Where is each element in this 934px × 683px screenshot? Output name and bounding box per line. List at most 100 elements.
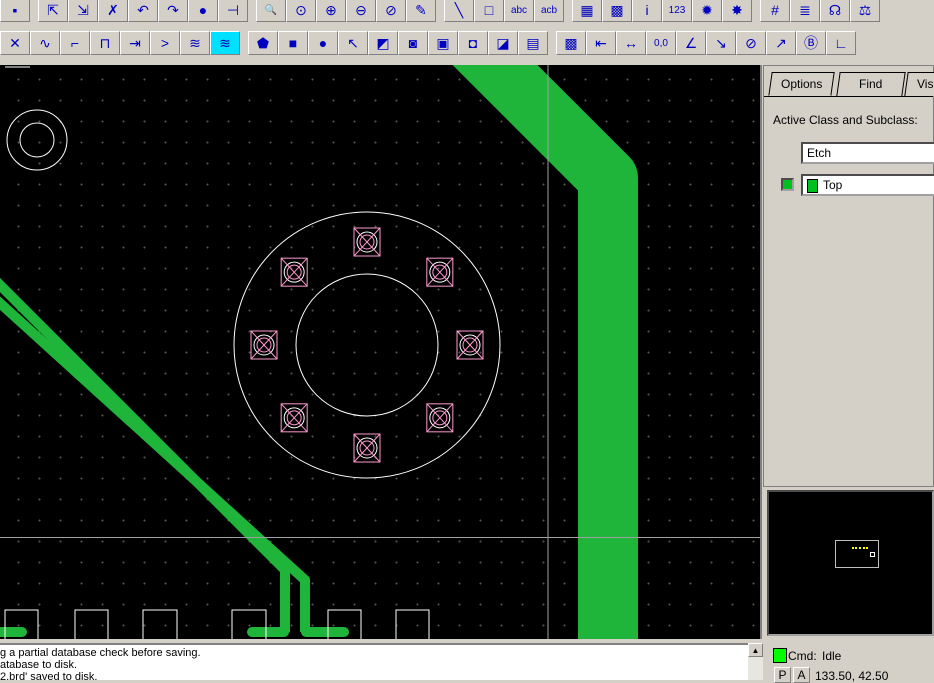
void-element-button[interactable]: ◘ — [458, 31, 488, 55]
zoom-previous-button[interactable]: ⊘ — [376, 0, 406, 22]
add-line-button[interactable]: ╲ — [444, 0, 474, 22]
slide-button[interactable]: ∿ — [30, 31, 60, 55]
zoom-in-button[interactable]: ⊕ — [316, 0, 346, 22]
highlight-icon: ✹ — [701, 1, 713, 18]
save-button[interactable]: ▪ — [0, 0, 30, 22]
delay-tune-button[interactable]: ⊓ — [90, 31, 120, 55]
shape-merge-button[interactable]: ▤ — [518, 31, 548, 55]
dim-radius-button[interactable]: ↗ — [766, 31, 796, 55]
info-button[interactable]: i — [632, 0, 662, 22]
dehighlight-button[interactable]: ✸ — [722, 0, 752, 22]
console-line: 2.brd' saved to disk. — [0, 671, 98, 680]
zoom-previous-icon: ⊘ — [385, 1, 397, 18]
shape-poly-button[interactable]: ⬟ — [248, 31, 278, 55]
void-circle-icon: ◙ — [408, 35, 418, 51]
zoom-points-icon: 🔍 — [264, 4, 278, 16]
pin-button[interactable]: ⊣ — [218, 0, 248, 22]
fix-button[interactable]: ● — [188, 0, 218, 22]
pad — [280, 257, 308, 287]
balloon-button[interactable]: Ⓑ — [796, 31, 826, 55]
world-view-minimap[interactable] — [767, 490, 934, 636]
select-button[interactable]: ↖ — [338, 31, 368, 55]
pad — [353, 433, 381, 463]
timing-vision-button[interactable]: ≋ — [210, 31, 240, 55]
color-icon: ▦ — [580, 1, 594, 18]
void-circle-button[interactable]: ◙ — [398, 31, 428, 55]
dimension-button[interactable]: ▩ — [556, 31, 586, 55]
absolute-button[interactable]: A — [793, 667, 810, 683]
redraw-button[interactable]: ✎ — [406, 0, 436, 22]
delete-button[interactable]: ✗ — [98, 0, 128, 22]
timing-vision-icon: ≋ — [219, 34, 231, 51]
scroll-up-button[interactable]: ▲ — [748, 643, 763, 657]
chamfer-button[interactable]: ∟ — [826, 31, 856, 55]
void-poly-button[interactable]: ◩ — [368, 31, 398, 55]
layers-button[interactable]: ≣ — [790, 0, 820, 22]
delete-icon: ✗ — [107, 1, 119, 18]
zoom-fit-button[interactable]: ⊙ — [286, 0, 316, 22]
copy-icon: ⇲ — [77, 1, 89, 18]
delay-tune-icon: ⊓ — [99, 34, 111, 51]
shape-rect-icon: ■ — [288, 35, 298, 51]
grid-icon: # — [771, 2, 779, 18]
measure-icon: 123 — [668, 4, 686, 16]
zoom-points-button[interactable]: 🔍 — [256, 0, 286, 22]
add-rect-button[interactable]: □ — [474, 0, 504, 22]
dim-angular-button[interactable]: ∠ — [676, 31, 706, 55]
shape-rect-button[interactable]: ■ — [278, 31, 308, 55]
pad — [456, 330, 484, 360]
tab-visibility[interactable]: Visi — [904, 72, 934, 96]
void-element-icon: ◘ — [468, 35, 478, 51]
dehighlight-icon: ✸ — [731, 1, 743, 18]
subclass-select[interactable]: Top — [801, 174, 934, 196]
console-scrollbar[interactable]: ▲ — [748, 643, 763, 680]
save-icon: ▪ — [12, 2, 18, 18]
void-rect-button[interactable]: ▣ — [428, 31, 458, 55]
pin-icon: ⊣ — [226, 1, 240, 18]
tab-options[interactable]: Options — [768, 72, 836, 96]
phase-tune-icon: ≋ — [189, 34, 201, 51]
edit-text-button[interactable]: acb — [534, 0, 564, 22]
shape-edit-button[interactable]: ◪ — [488, 31, 518, 55]
zoom-in-icon: ⊕ — [325, 1, 337, 18]
select-icon: ↖ — [347, 34, 359, 51]
idle-indicator-icon — [773, 648, 787, 663]
layer-visibility-button[interactable]: ▩ — [602, 0, 632, 22]
spread-icon: ⇥ — [129, 34, 141, 51]
subclass-color-swatch[interactable] — [781, 178, 794, 191]
shape-circle-icon: ● — [318, 35, 328, 51]
grid-button[interactable]: # — [760, 0, 790, 22]
shape-poly-icon: ⬟ — [256, 34, 270, 51]
add-text-button[interactable]: abc — [504, 0, 534, 22]
balance-button[interactable]: ⚖ — [850, 0, 880, 22]
class-select[interactable]: Etch — [801, 142, 934, 164]
move-button[interactable]: ⇱ — [38, 0, 68, 22]
copy-button[interactable]: ⇲ — [68, 0, 98, 22]
spread-button[interactable]: ⇥ — [120, 31, 150, 55]
design-canvas[interactable] — [0, 65, 762, 639]
tab-find[interactable]: Find — [836, 72, 906, 96]
fanout-button[interactable]: > — [150, 31, 180, 55]
dim-leader-button[interactable]: ↘ — [706, 31, 736, 55]
shape-edit-icon: ◪ — [496, 34, 510, 51]
phase-tune-button[interactable]: ≋ — [180, 31, 210, 55]
vertex-button[interactable]: ⌐ — [60, 31, 90, 55]
shape-circle-button[interactable]: ● — [308, 31, 338, 55]
measure-button[interactable]: 123 — [662, 0, 692, 22]
dim-datum-button[interactable]: 0,0 — [646, 31, 676, 55]
highlight-button[interactable]: ✹ — [692, 0, 722, 22]
dim-diameter-button[interactable]: ⊘ — [736, 31, 766, 55]
ratsnest-button[interactable]: ☊ — [820, 0, 850, 22]
color-button[interactable]: ▦ — [572, 0, 602, 22]
subclass-color-icon — [807, 179, 818, 193]
fix-icon: ● — [198, 2, 208, 18]
connect-button[interactable]: ✕ — [0, 31, 30, 55]
undo-button[interactable]: ↶ — [128, 0, 158, 22]
dim-linear-button[interactable]: ⇤ — [586, 31, 616, 55]
redo-button[interactable]: ↷ — [158, 0, 188, 22]
zoom-out-button[interactable]: ⊖ — [346, 0, 376, 22]
dim-aligned-button[interactable]: ↔ — [616, 31, 646, 55]
pick-button[interactable]: P — [774, 667, 791, 683]
view-rectangle[interactable] — [835, 540, 879, 568]
redo-icon: ↷ — [167, 1, 179, 18]
